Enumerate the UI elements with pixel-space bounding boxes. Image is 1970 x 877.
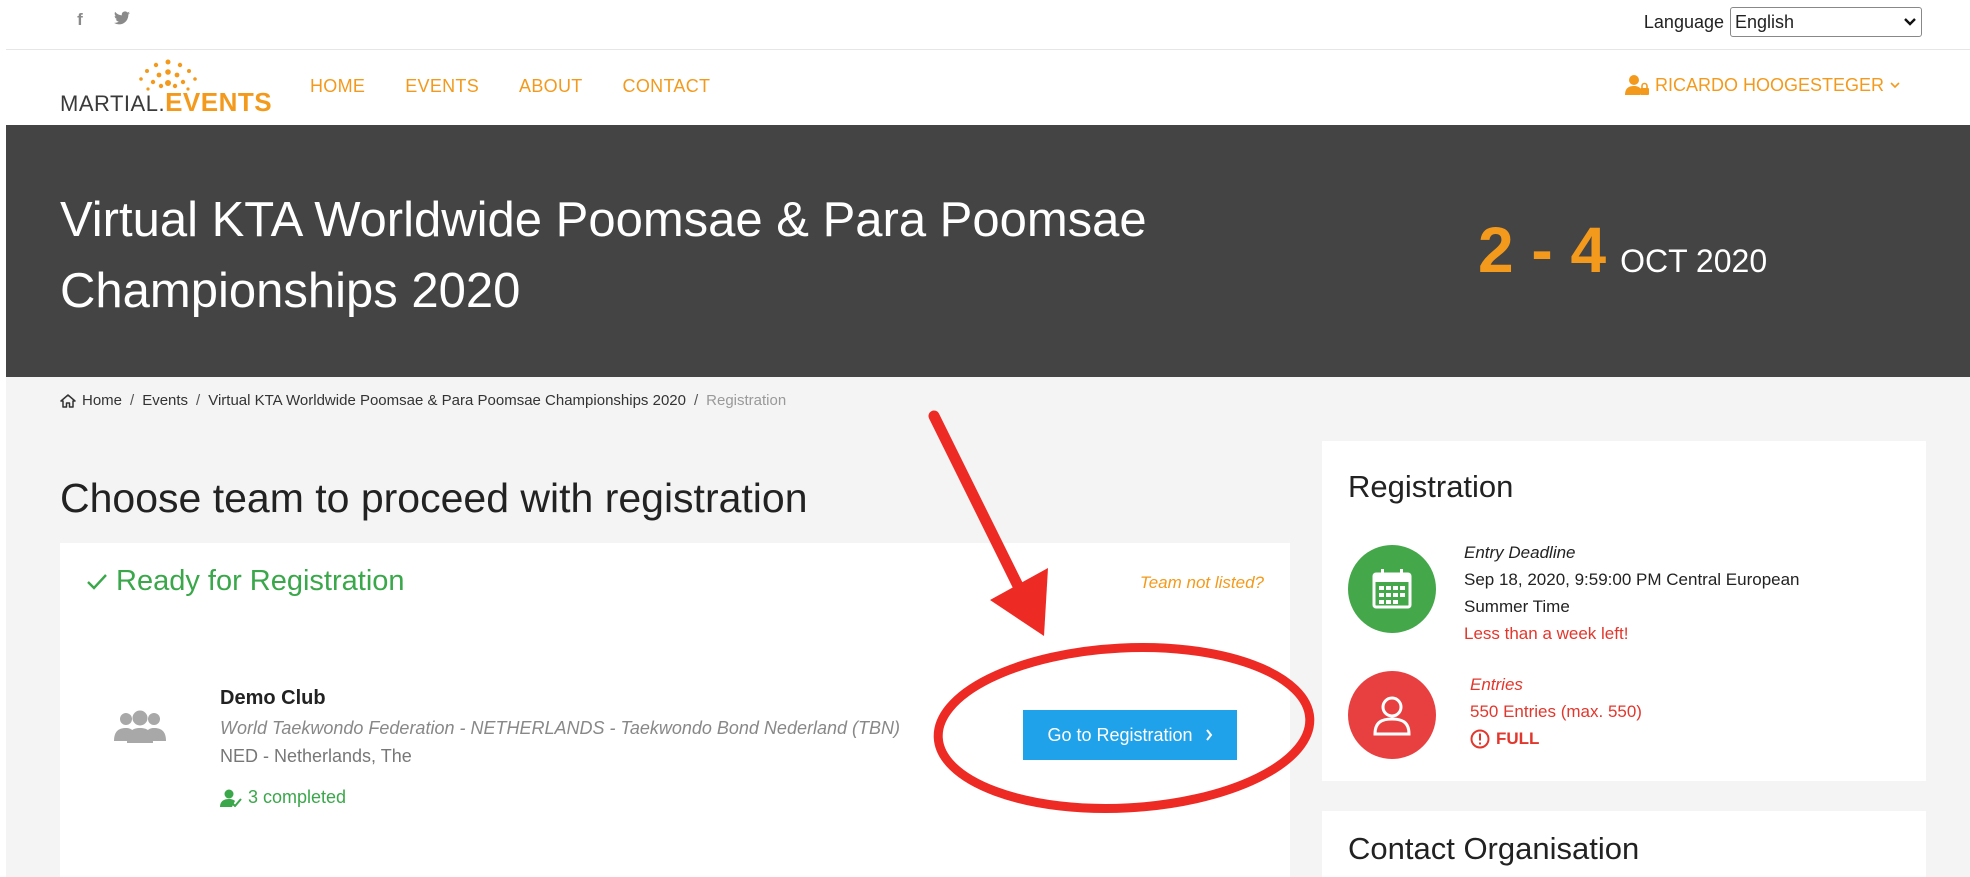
chevron-down-icon <box>1890 82 1900 89</box>
breadcrumb-separator: / <box>693 392 699 409</box>
contact-panel: Contact Organisation <box>1322 811 1926 877</box>
nav-events[interactable]: EVENTS <box>405 76 479 97</box>
ready-heading: Ready for Registration <box>86 565 405 598</box>
alert-circle-icon <box>1470 729 1490 748</box>
language-value: English <box>1735 11 1795 32</box>
event-days: 2 - 4 <box>1478 214 1607 286</box>
chevron-right-icon <box>1205 729 1212 741</box>
nav-about[interactable]: ABOUT <box>519 76 583 97</box>
team-not-listed-link[interactable]: Team not listed? <box>1140 573 1264 593</box>
chevron-down-icon <box>1903 14 1917 30</box>
page-content: Home / Events / Virtual KTA Worldwide Po… <box>6 377 1970 877</box>
completed-label: 3 completed <box>248 787 347 807</box>
event-title: Virtual KTA Worldwide Poomsae & Para Poo… <box>60 193 1147 318</box>
logo-text-events: EVENTS <box>165 87 273 117</box>
breadcrumb-separator: / <box>196 392 201 409</box>
social-links: f <box>72 10 130 30</box>
entries-info: Entries 550 Entries (max. 550) FULL <box>1470 671 1642 752</box>
contact-title: Contact Organisation <box>1348 831 1640 866</box>
entries-user-icon <box>1348 671 1436 759</box>
event-month: OCT 2020 <box>1620 243 1768 279</box>
entries-value: 550 Entries (max. 550) <box>1470 702 1642 721</box>
checkmark-icon <box>87 573 107 590</box>
ready-label: Ready for Registration <box>116 565 405 597</box>
breadcrumb-home[interactable]: Home <box>82 392 122 409</box>
language-label: Language <box>1643 11 1724 32</box>
registration-panel: Registration Entry Deadline Sep 18, 2020… <box>1322 441 1926 781</box>
entries-status-label: FULL <box>1496 729 1540 748</box>
user-name: RICARDO HOOGESTEGER <box>1654 74 1884 95</box>
logo-text: MARTIAL.EVENTS <box>60 87 272 118</box>
entries-status: FULL <box>1470 725 1642 752</box>
user-menu[interactable]: RICARDO HOOGESTEGER <box>1624 74 1900 96</box>
entries-label: Entries <box>1470 675 1523 694</box>
team-card: Ready for Registration Team not listed? … <box>60 543 1290 877</box>
nav-links: HOME EVENTS ABOUT CONTACT <box>310 76 710 97</box>
twitter-icon[interactable] <box>114 10 130 30</box>
language-switcher: Language English <box>1644 7 1922 37</box>
event-hero: Virtual KTA Worldwide Poomsae & Para Poo… <box>6 125 1970 377</box>
registration-title: Registration <box>1348 469 1514 504</box>
logo-text-martial: MARTIAL. <box>60 91 166 116</box>
top-bar: f Language English <box>6 0 1970 50</box>
language-select[interactable]: English <box>1730 7 1922 37</box>
club-completed-count: 3 completed <box>220 787 346 808</box>
breadcrumb: Home / Events / Virtual KTA Worldwide Po… <box>60 392 786 409</box>
breadcrumb-separator: / <box>130 392 135 409</box>
facebook-icon[interactable]: f <box>72 10 88 30</box>
club-name: Demo Club <box>220 687 326 709</box>
go-to-registration-label: Go to Registration <box>1047 724 1193 745</box>
site-logo[interactable]: MARTIAL.EVENTS <box>60 56 272 120</box>
entry-deadline-info: Entry Deadline Sep 18, 2020, 9:59:00 PM … <box>1464 539 1844 647</box>
deadline-label: Entry Deadline <box>1464 543 1576 562</box>
deadline-warning: Less than a week left! <box>1464 624 1629 643</box>
team-group-icon <box>114 709 166 750</box>
nav-contact[interactable]: CONTACT <box>623 76 711 97</box>
user-check-icon <box>220 789 242 807</box>
event-date: 2 - 4 OCT 2020 <box>1478 213 1767 287</box>
breadcrumb-events[interactable]: Events <box>142 392 188 409</box>
page-title: Choose team to proceed with registration <box>60 475 808 521</box>
club-country: NED - Netherlands, The <box>220 746 412 766</box>
breadcrumb-event[interactable]: Virtual KTA Worldwide Poomsae & Para Poo… <box>208 392 686 409</box>
go-to-registration-button[interactable]: Go to Registration <box>1023 710 1237 760</box>
user-lock-icon <box>1624 75 1649 95</box>
nav-home[interactable]: HOME <box>310 76 365 97</box>
main-navbar: MARTIAL.EVENTS HOME EVENTS ABOUT CONTACT… <box>6 50 1970 125</box>
home-icon <box>60 393 76 408</box>
club-federation: World Taekwondo Federation - NETHERLANDS… <box>220 718 900 738</box>
calendar-icon <box>1348 545 1436 633</box>
deadline-value: Sep 18, 2020, 9:59:00 PM Central Europea… <box>1464 570 1800 616</box>
breadcrumb-current: Registration <box>706 392 787 409</box>
